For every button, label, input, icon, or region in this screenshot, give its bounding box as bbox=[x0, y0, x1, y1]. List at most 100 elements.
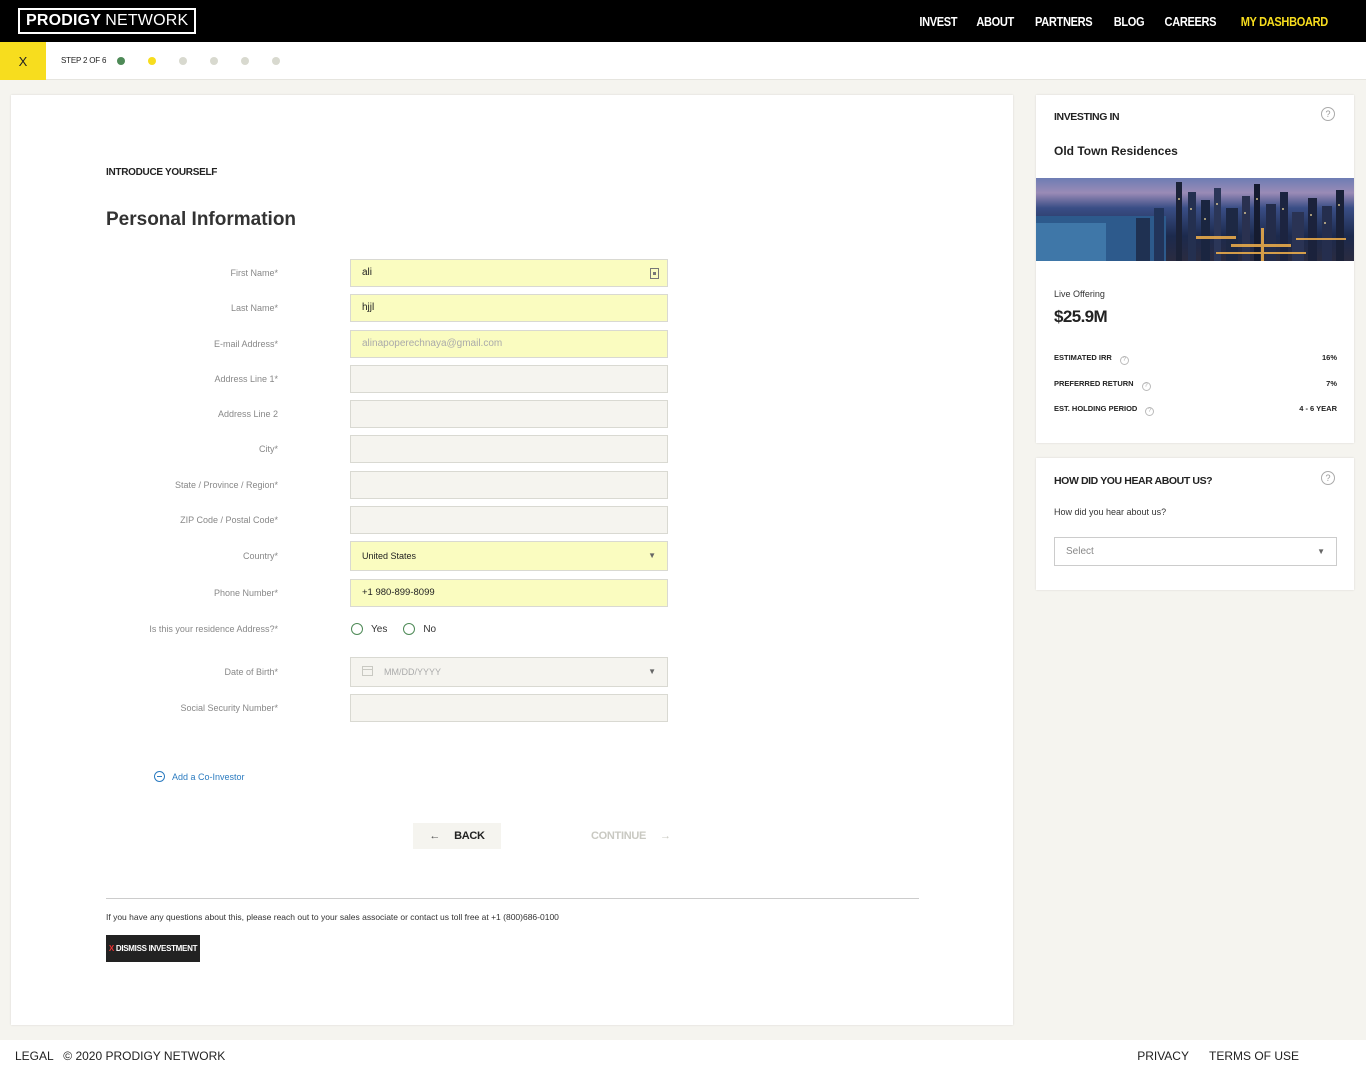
section-eyebrow: INTRODUCE YOURSELF bbox=[106, 167, 218, 178]
continue-button[interactable]: CONTINUE → bbox=[591, 823, 671, 849]
hear-about-us-select[interactable]: Select ▼ bbox=[1054, 537, 1337, 566]
ssn-field[interactable] bbox=[350, 694, 668, 722]
country-label: Country* bbox=[242, 551, 278, 561]
first-name-field[interactable]: ali bbox=[350, 259, 668, 287]
investing-in-heading: INVESTING IN bbox=[1054, 111, 1120, 123]
terms-link[interactable]: TERMS OF USE bbox=[1209, 1049, 1299, 1063]
page-title: Personal Information bbox=[106, 209, 297, 230]
city-label: City* bbox=[258, 444, 278, 454]
kv-key: EST. HOLDING PERIOD? bbox=[1054, 404, 1155, 416]
hear-about-us-card: HOW DID YOU HEAR ABOUT US? ? How did you… bbox=[1036, 458, 1354, 590]
back-button[interactable]: ← BACK bbox=[413, 823, 501, 849]
residence-no-option[interactable]: No bbox=[403, 623, 436, 635]
dob-placeholder: MM/DD/YYYY bbox=[384, 667, 442, 677]
address-line-2-field[interactable] bbox=[350, 400, 668, 428]
footer-right: PRIVACY TERMS OF USE bbox=[1137, 1049, 1299, 1063]
calendar-icon bbox=[362, 666, 373, 676]
email-row: E-mail Address* alinapoperechnaya@gmail.… bbox=[11, 330, 711, 358]
step-dot-6 bbox=[272, 57, 280, 65]
zip-row: ZIP Code / Postal Code* bbox=[11, 506, 711, 534]
address-line-1-field[interactable] bbox=[350, 365, 668, 393]
preferred-return-label: PREFERRED RETURN bbox=[1054, 379, 1134, 388]
address-line-2-row: Address Line 2 bbox=[11, 400, 711, 428]
select-value: Select bbox=[1066, 546, 1094, 557]
footer: LEGAL © 2020 PRODIGY NETWORK PRIVACY TER… bbox=[0, 1040, 1366, 1070]
step-dot-4 bbox=[210, 57, 218, 65]
step-dot-5 bbox=[241, 57, 249, 65]
ssn-label: Social Security Number* bbox=[180, 703, 278, 713]
nav-my-dashboard[interactable]: MY DASHBOARD bbox=[1241, 14, 1329, 29]
divider bbox=[106, 898, 919, 899]
email-field[interactable]: alinapoperechnaya@gmail.com bbox=[350, 330, 668, 358]
city-row: City* bbox=[11, 435, 711, 463]
city-field[interactable] bbox=[350, 435, 668, 463]
step-dots bbox=[117, 57, 280, 65]
question-icon[interactable]: ? bbox=[1145, 407, 1155, 416]
radio-yes[interactable] bbox=[351, 623, 363, 635]
nav-blog[interactable]: BLOG bbox=[1113, 14, 1144, 29]
logo-bold: PRODIGY bbox=[26, 12, 102, 29]
kv-key: PREFERRED RETURN? bbox=[1054, 379, 1151, 391]
offering-amount: $25.9M bbox=[1054, 307, 1108, 326]
zip-field[interactable] bbox=[350, 506, 668, 534]
estimated-irr-row: ESTIMATED IRR? 16% bbox=[1054, 353, 1337, 365]
top-navbar: PRODIGY NETWORK INVEST ABOUT PARTNERS BL… bbox=[0, 0, 1366, 42]
personal-info-card: INTRODUCE YOURSELF Personal Information … bbox=[11, 95, 1013, 1025]
logo-light: NETWORK bbox=[105, 12, 189, 29]
address-line-1-label: Address Line 1* bbox=[214, 374, 278, 384]
question-icon[interactable]: ? bbox=[1321, 107, 1335, 121]
radio-no[interactable] bbox=[403, 623, 416, 635]
privacy-link[interactable]: PRIVACY bbox=[1137, 1049, 1189, 1063]
nav-invest[interactable]: INVEST bbox=[919, 14, 957, 29]
phone-field[interactable]: +1 980-899-8099 bbox=[350, 579, 668, 607]
step-dot-1 bbox=[117, 57, 125, 65]
email-value: alinapoperechnaya@gmail.com bbox=[362, 338, 503, 349]
nav-partners[interactable]: PARTNERS bbox=[1035, 14, 1093, 29]
phone-label: Phone Number* bbox=[213, 588, 278, 598]
nav-about[interactable]: ABOUT bbox=[976, 14, 1014, 29]
arrow-right-icon: → bbox=[660, 830, 671, 842]
first-name-value: ali bbox=[362, 267, 373, 278]
legal-link[interactable]: LEGAL bbox=[15, 1049, 53, 1063]
last-name-row: Last Name* hjjl bbox=[11, 294, 711, 322]
help-text: If you have any questions about this, pl… bbox=[106, 912, 559, 922]
email-label: E-mail Address* bbox=[213, 339, 278, 349]
question-icon[interactable]: ? bbox=[1321, 471, 1335, 485]
radio-yes-label: Yes bbox=[371, 623, 388, 635]
question-icon[interactable]: ? bbox=[1141, 382, 1151, 391]
ssn-row: Social Security Number* bbox=[11, 694, 711, 722]
caret-down-icon: ▼ bbox=[1317, 547, 1325, 556]
nav-careers[interactable]: CAREERS bbox=[1164, 14, 1216, 29]
preferred-return-value: 7% bbox=[1326, 379, 1337, 388]
add-co-investor-link[interactable]: Add a Co-Investor bbox=[154, 771, 245, 782]
caret-down-icon: ▼ bbox=[648, 667, 656, 676]
add-co-investor-label: Add a Co-Investor bbox=[172, 771, 245, 782]
phone-row: Phone Number* +1 980-899-8099 bbox=[11, 579, 711, 607]
logo[interactable]: PRODIGY NETWORK bbox=[18, 8, 197, 34]
property-name: Old Town Residences bbox=[1054, 144, 1178, 158]
hear-about-us-heading: HOW DID YOU HEAR ABOUT US? bbox=[1054, 475, 1213, 487]
state-row: State / Province / Region* bbox=[11, 471, 711, 499]
holding-period-row: EST. HOLDING PERIOD? 4 - 6 YEAR bbox=[1054, 404, 1337, 416]
contact-card-icon[interactable] bbox=[650, 268, 659, 279]
city-skyline-image bbox=[1036, 182, 1346, 261]
step-dot-3 bbox=[179, 57, 187, 65]
live-offering-label: Live Offering bbox=[1054, 289, 1105, 299]
radio-no-label: No bbox=[423, 623, 437, 635]
question-icon[interactable]: ? bbox=[1119, 356, 1129, 365]
back-label: BACK bbox=[454, 830, 485, 842]
dismiss-label: DISMISS INVESTMENT bbox=[115, 944, 198, 953]
country-row: Country* United States ▼ bbox=[11, 541, 711, 571]
close-button[interactable]: X bbox=[0, 42, 46, 80]
residence-yes-option[interactable]: Yes bbox=[351, 623, 387, 635]
zip-label: ZIP Code / Postal Code* bbox=[180, 515, 278, 525]
address-line-2-label: Address Line 2 bbox=[217, 409, 278, 419]
country-select[interactable]: United States ▼ bbox=[350, 541, 668, 571]
step-indicator-text: STEP 2 OF 6 bbox=[61, 56, 107, 65]
kv-key: ESTIMATED IRR? bbox=[1054, 353, 1129, 365]
state-field[interactable] bbox=[350, 471, 668, 499]
dismiss-investment-button[interactable]: X DISMISS INVESTMENT bbox=[106, 935, 200, 962]
arrow-left-icon: ← bbox=[429, 830, 441, 842]
dob-field[interactable]: MM/DD/YYYY ▼ bbox=[350, 657, 668, 687]
last-name-field[interactable]: hjjl bbox=[350, 294, 668, 322]
